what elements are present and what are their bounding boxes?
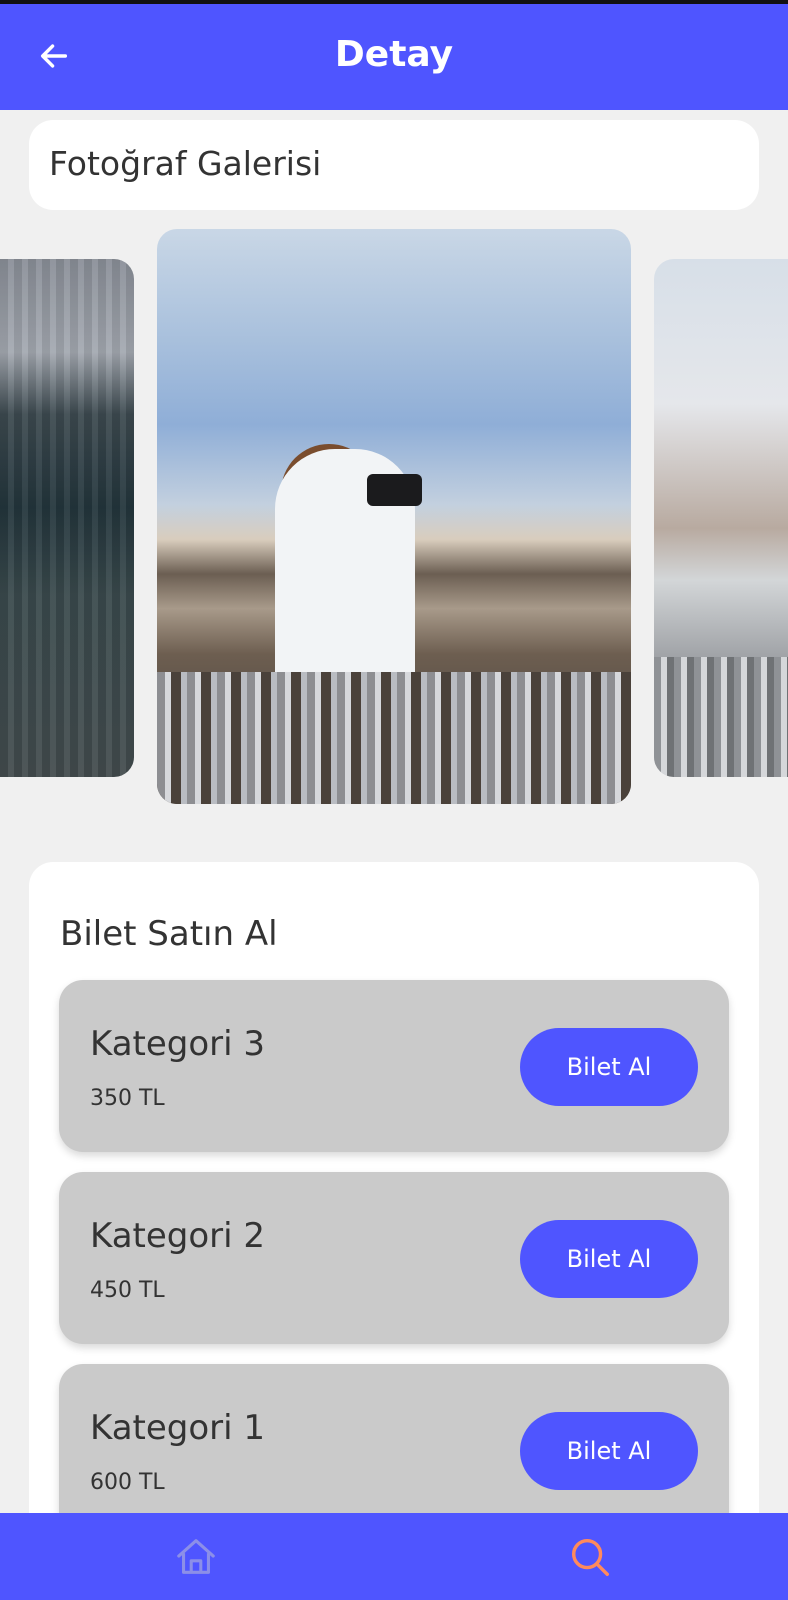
ticket-option: Kategori 2 450 TL Bilet Al <box>59 1172 729 1344</box>
nav-search-button[interactable] <box>566 1533 614 1581</box>
ticket-purchase-card: Bilet Satın Al Kategori 3 350 TL Bilet A… <box>29 862 759 1562</box>
carousel-photo-current[interactable] <box>157 229 631 804</box>
ticket-category: Kategori 3 <box>90 1024 266 1064</box>
ticket-price: 600 TL <box>90 1470 165 1495</box>
buy-ticket-button[interactable]: Bilet Al <box>520 1412 698 1490</box>
bottom-navigation <box>0 1513 788 1600</box>
buy-ticket-button[interactable]: Bilet Al <box>520 1028 698 1106</box>
home-icon <box>177 1539 215 1574</box>
search-icon <box>571 1538 609 1576</box>
page-title: Detay <box>334 34 454 75</box>
photo-render-artifact <box>654 657 788 777</box>
carousel-photo-previous[interactable] <box>0 259 134 777</box>
photo-carousel[interactable] <box>0 229 788 807</box>
app-bar: Detay <box>0 4 788 110</box>
ticket-category: Kategori 2 <box>90 1216 266 1256</box>
gallery-header: Fotoğraf Galerisi <box>29 120 759 210</box>
ticket-category: Kategori 1 <box>90 1408 266 1448</box>
buy-ticket-button[interactable]: Bilet Al <box>520 1220 698 1298</box>
gallery-title: Fotoğraf Galerisi <box>49 144 322 183</box>
photo-detail <box>367 474 422 506</box>
photo-render-artifact <box>157 672 631 804</box>
ticket-section-heading: Bilet Satın Al <box>60 914 278 954</box>
ticket-option: Kategori 1 600 TL Bilet Al <box>59 1364 729 1536</box>
ticket-price: 450 TL <box>90 1278 165 1303</box>
nav-home-button[interactable] <box>172 1533 220 1581</box>
carousel-photo-next[interactable] <box>654 259 788 777</box>
ticket-option: Kategori 3 350 TL Bilet Al <box>59 980 729 1152</box>
ticket-price: 350 TL <box>90 1086 165 1111</box>
